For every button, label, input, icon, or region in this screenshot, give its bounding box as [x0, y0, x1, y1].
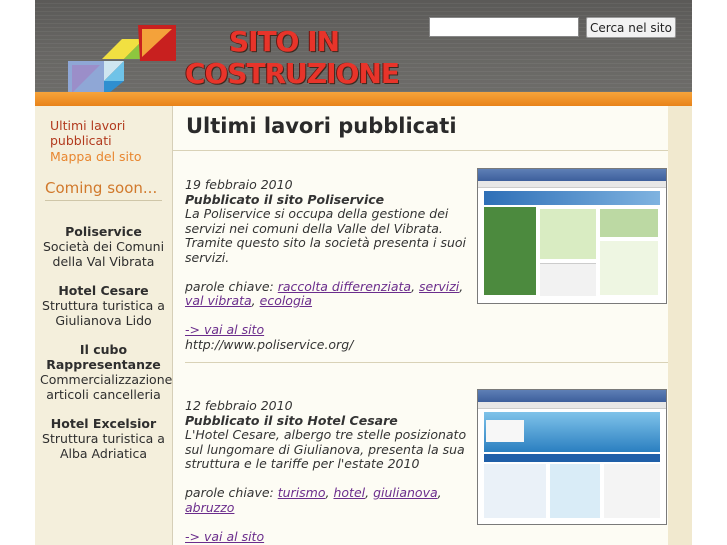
- coming-soon-item: Hotel Cesare Struttura turistica a Giuli…: [40, 283, 167, 328]
- keyword-link[interactable]: servizi: [419, 279, 459, 294]
- coming-soon-list: Poliservice Società dei Comuni della Val…: [40, 224, 173, 475]
- search-input[interactable]: [429, 17, 579, 37]
- keyword-link[interactable]: raccolta differenziata: [278, 279, 411, 294]
- right-margin-strip: [668, 106, 692, 545]
- post-body: La Poliservice si occupa della gestione …: [185, 206, 470, 352]
- coming-soon-name: Hotel Cesare: [58, 283, 149, 298]
- coming-soon-name: Il cubo Rappresentanze: [46, 342, 161, 372]
- post-text: L'Hotel Cesare, albergo tre stelle posiz…: [185, 427, 467, 471]
- logo-line-2: COSTRUZIONE: [185, 57, 400, 90]
- main-content: Ultimi lavori pubblicati 19 febbraio 201…: [173, 106, 678, 545]
- coming-soon-desc: Società dei Comuni della Val Vibrata: [42, 239, 165, 269]
- coming-soon-name: Hotel Excelsior: [50, 416, 157, 431]
- logo-icon[interactable]: [68, 25, 176, 97]
- coming-soon-item: Hotel Excelsior Struttura turistica a Al…: [40, 416, 167, 461]
- page-wrapper: SITO IN COSTRUZIONE Cerca nel sito Ultim…: [35, 0, 692, 545]
- coming-soon-name: Poliservice: [65, 224, 142, 239]
- site-header: SITO IN COSTRUZIONE Cerca nel sito: [35, 0, 692, 100]
- nav-item-site-map[interactable]: Mappa del sito: [50, 149, 160, 164]
- coming-soon-desc: Struttura turistica a Alba Adriatica: [42, 431, 165, 461]
- keyword-link[interactable]: hotel: [333, 485, 365, 500]
- nav-item-latest-works[interactable]: Ultimi lavori pubblicati: [50, 118, 160, 148]
- coming-soon-item: Poliservice Società dei Comuni della Val…: [40, 224, 167, 269]
- sidebar: Ultimi lavori pubblicati Mappa del sito …: [35, 106, 173, 545]
- keyword-link[interactable]: giulianova: [373, 485, 438, 500]
- coming-soon-item: Il cubo Rappresentanze Commercializzazio…: [40, 342, 173, 402]
- coming-soon-heading: Coming soon...: [45, 178, 162, 201]
- keyword-link[interactable]: turismo: [278, 485, 326, 500]
- page-title: Ultimi lavori pubblicati: [186, 114, 457, 138]
- visit-site-link[interactable]: -> vai al sito: [185, 322, 264, 337]
- visit-site-link[interactable]: -> vai al sito: [185, 529, 264, 544]
- post-url: http://www.poliservice.org/: [185, 336, 354, 352]
- post-body: L'Hotel Cesare, albergo tre stelle posiz…: [185, 427, 470, 544]
- keyword-link[interactable]: ecologia: [260, 293, 312, 308]
- keywords-label: parole chiave:: [185, 278, 274, 294]
- keywords-label: parole chiave:: [185, 485, 274, 500]
- post-divider: [185, 362, 678, 363]
- post-keywords: parole chiave: turismo, hotel, giulianov…: [185, 485, 442, 515]
- poliservice-screenshot-thumbnail[interactable]: [477, 168, 667, 304]
- coming-soon-desc: Commercializzazione articoli cancelleria: [40, 372, 173, 402]
- title-divider: [173, 150, 668, 151]
- coming-soon-desc: Struttura turistica a Giulianova Lido: [42, 298, 165, 328]
- site-logo-text[interactable]: SITO IN COSTRUZIONE: [185, 25, 400, 90]
- logo-line-1: SITO IN: [229, 25, 340, 58]
- hotel-cesare-screenshot-thumbnail[interactable]: [477, 389, 667, 525]
- post-text: La Poliservice si occupa della gestione …: [185, 206, 449, 236]
- search-button[interactable]: Cerca nel sito: [586, 17, 676, 38]
- post-keywords: parole chiave: raccolta differenziata, s…: [185, 278, 464, 308]
- keyword-link[interactable]: val vibrata: [185, 293, 252, 308]
- post-text: Tramite questo sito la società presenta …: [185, 235, 467, 265]
- keyword-link[interactable]: abruzzo: [185, 500, 234, 515]
- header-orange-bar: [35, 92, 692, 106]
